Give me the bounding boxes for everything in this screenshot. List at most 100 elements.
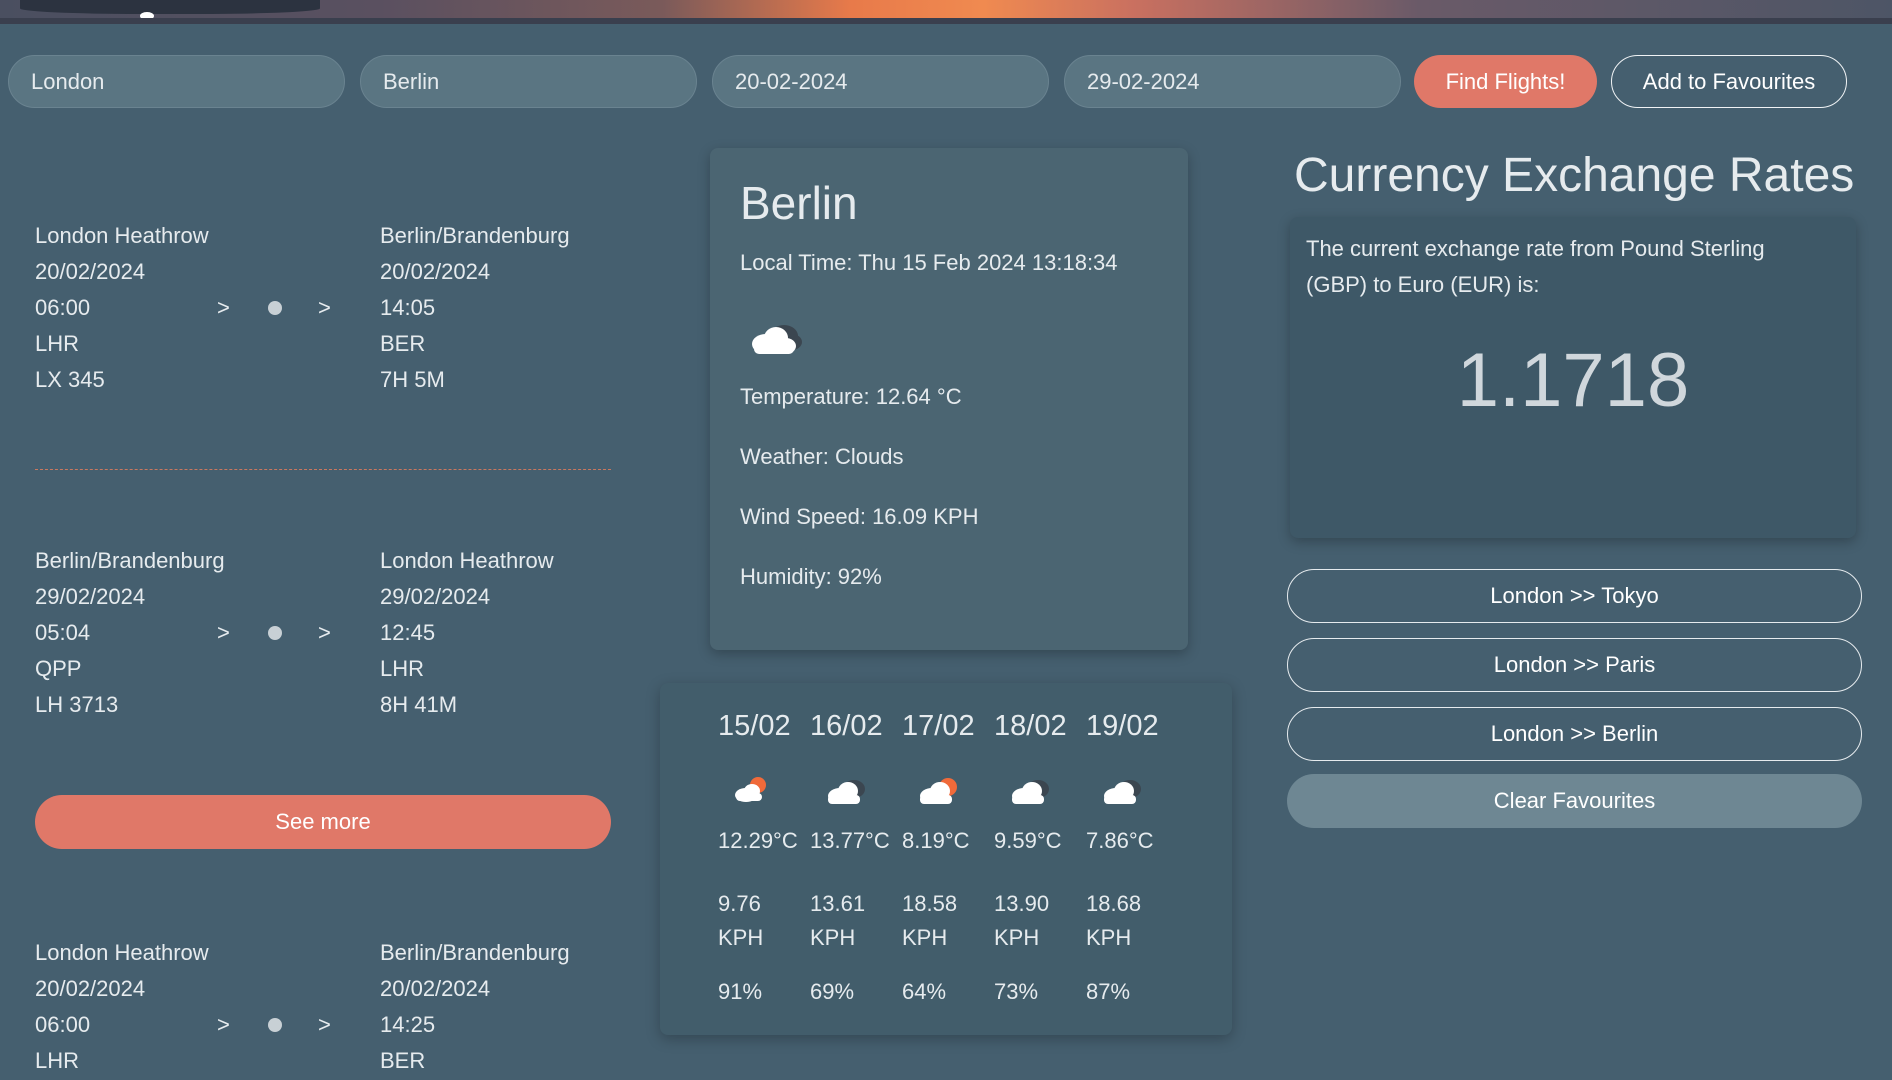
forecast-wind: 13.61 KPH [810, 887, 880, 955]
forecast-date: 16/02 [810, 710, 883, 742]
forecast-wind-unit: KPH [902, 925, 948, 950]
exchange-rate-value: 1.1718 [1456, 338, 1690, 423]
forecast-wind-value: 13.61 [810, 891, 866, 916]
search-bar: Find Flights! Add to Favourites [8, 55, 1878, 108]
flight-duration: 8H 41M [380, 692, 458, 717]
exchange-rate-description: The current exchange rate from Pound Ste… [1306, 236, 1765, 297]
forecast-wind-value: 9.76 [718, 891, 761, 916]
destination-date: 20/02/2024 [380, 976, 491, 1001]
current-wind-speed: Wind Speed: 16.09 KPH [740, 504, 979, 529]
route-dot-icon [268, 626, 282, 640]
flight-card[interactable]: Berlin/Brandenburg 29/02/2024 05:04 QPP … [35, 543, 611, 723]
route-dot-icon [268, 301, 282, 315]
destination-time: 14:05 [380, 295, 436, 320]
forecast-humidity: 69% [810, 979, 855, 1004]
local-time: Local Time: Thu 15 Feb 2024 13:18:34 [740, 250, 1118, 275]
destination-airport: Berlin/Brandenburg [380, 223, 570, 248]
airplane-silhouette [20, 0, 320, 20]
destination-date: 29/02/2024 [380, 584, 491, 609]
forecast-temperature: 9.59°C [994, 828, 1062, 853]
add-to-favourites-button[interactable]: Add to Favourites [1611, 55, 1847, 108]
clear-favourites-button[interactable]: Clear Favourites [1287, 774, 1862, 828]
destination-airport: London Heathrow [380, 548, 554, 573]
cloud-icon [746, 318, 806, 363]
origin-code: LHR [35, 331, 80, 356]
forecast-wind-value: 18.58 [902, 891, 958, 916]
current-humidity: Humidity: 92% [740, 564, 882, 589]
current-condition: Weather: Clouds [740, 444, 904, 469]
route-dot-icon [268, 1018, 282, 1032]
origin-time: 06:00 [35, 1012, 91, 1037]
origin-date: 20/02/2024 [35, 976, 146, 1001]
favourite-route-button[interactable]: London >> Tokyo [1287, 569, 1862, 623]
flight-destination-block: Berlin/Brandenburg 20/02/2024 14:25 BER [380, 935, 570, 1079]
destination-time: 12:45 [380, 620, 436, 645]
origin-input[interactable] [8, 55, 345, 108]
origin-date: 29/02/2024 [35, 584, 146, 609]
forecast-wind: 9.76 KPH [718, 887, 788, 955]
route-arrow-icon: > [217, 295, 230, 320]
origin-airport: Berlin/Brandenburg [35, 548, 225, 573]
flight-origin-block: Berlin/Brandenburg 29/02/2024 05:04 QPP … [35, 543, 225, 723]
route-arrow-icon: > [217, 1012, 230, 1037]
forecast-date: 15/02 [718, 710, 791, 742]
destination-code: BER [380, 331, 426, 356]
forecast-wind: 18.58 KPH [902, 887, 972, 955]
return-date-input[interactable] [1064, 55, 1401, 108]
origin-airport: London Heathrow [35, 940, 209, 965]
cloud-icon [822, 775, 872, 813]
route-arrow-icon: > [217, 620, 230, 645]
forecast-wind-value: 13.90 [994, 891, 1050, 916]
destination-input[interactable] [360, 55, 697, 108]
flight-duration: 7H 5M [380, 367, 445, 392]
flight-destination-block: Berlin/Brandenburg 20/02/2024 14:05 BER … [380, 218, 570, 398]
banner-ground [0, 18, 1892, 24]
flight-card[interactable]: London Heathrow 20/02/2024 06:00 LHR LX … [35, 218, 611, 398]
origin-time: 05:04 [35, 620, 91, 645]
weather-city: Berlin [740, 177, 858, 229]
destination-airport: Berlin/Brandenburg [380, 940, 570, 965]
origin-time: 06:00 [35, 295, 91, 320]
forecast-wind-unit: KPH [994, 925, 1040, 950]
currency-title: Currency Exchange Rates [1294, 149, 1855, 202]
forecast-humidity: 73% [994, 979, 1039, 1004]
flight-divider [35, 469, 611, 470]
flight-number: LH 3713 [35, 692, 119, 717]
route-arrow-icon: > [318, 1012, 331, 1037]
forecast-wind-unit: KPH [810, 925, 856, 950]
forecast-wind-unit: KPH [718, 925, 764, 950]
forecast-wind-unit: KPH [1086, 925, 1132, 950]
route-arrow-icon: > [318, 620, 331, 645]
flight-origin-block: London Heathrow 20/02/2024 06:00 LHR LX … [35, 218, 209, 398]
flight-origin-block: London Heathrow 20/02/2024 06:00 LHR [35, 935, 209, 1079]
origin-code: LHR [35, 1048, 80, 1073]
current-temperature: Temperature: 12.64 °C [740, 384, 962, 409]
see-more-button[interactable]: See more [35, 795, 611, 849]
flight-destination-block: London Heathrow 29/02/2024 12:45 LHR 8H … [380, 543, 554, 723]
favourite-route-button[interactable]: London >> Berlin [1287, 707, 1862, 761]
origin-code: QPP [35, 656, 82, 681]
flight-card[interactable]: London Heathrow 20/02/2024 06:00 LHR > >… [35, 935, 611, 1080]
find-flights-button[interactable]: Find Flights! [1414, 55, 1597, 108]
sun-cloud-icon [730, 775, 770, 811]
forecast-date: 18/02 [994, 710, 1067, 742]
forecast-wind: 13.90 KPH [994, 887, 1064, 955]
forecast-temperature: 7.86°C [1086, 828, 1154, 853]
forecast-humidity: 64% [902, 979, 947, 1004]
origin-date: 20/02/2024 [35, 259, 146, 284]
forecast-date: 19/02 [1086, 710, 1159, 742]
header-banner-image [0, 0, 1892, 24]
current-weather-card: Berlin Local Time: Thu 15 Feb 2024 13:18… [710, 148, 1188, 650]
forecast-humidity: 91% [718, 979, 763, 1004]
sun-cloud-icon [914, 775, 964, 813]
favourite-route-button[interactable]: London >> Paris [1287, 638, 1862, 692]
route-arrow-icon: > [318, 295, 331, 320]
forecast-wind-value: 18.68 [1086, 891, 1142, 916]
exchange-rate-card: The current exchange rate from Pound Ste… [1290, 217, 1856, 538]
destination-code: LHR [380, 656, 425, 681]
forecast-temperature: 13.77°C [810, 828, 890, 853]
departure-date-input[interactable] [712, 55, 1049, 108]
destination-code: BER [380, 1048, 426, 1073]
forecast-wind: 18.68 KPH [1086, 887, 1156, 955]
destination-time: 14:25 [380, 1012, 436, 1037]
